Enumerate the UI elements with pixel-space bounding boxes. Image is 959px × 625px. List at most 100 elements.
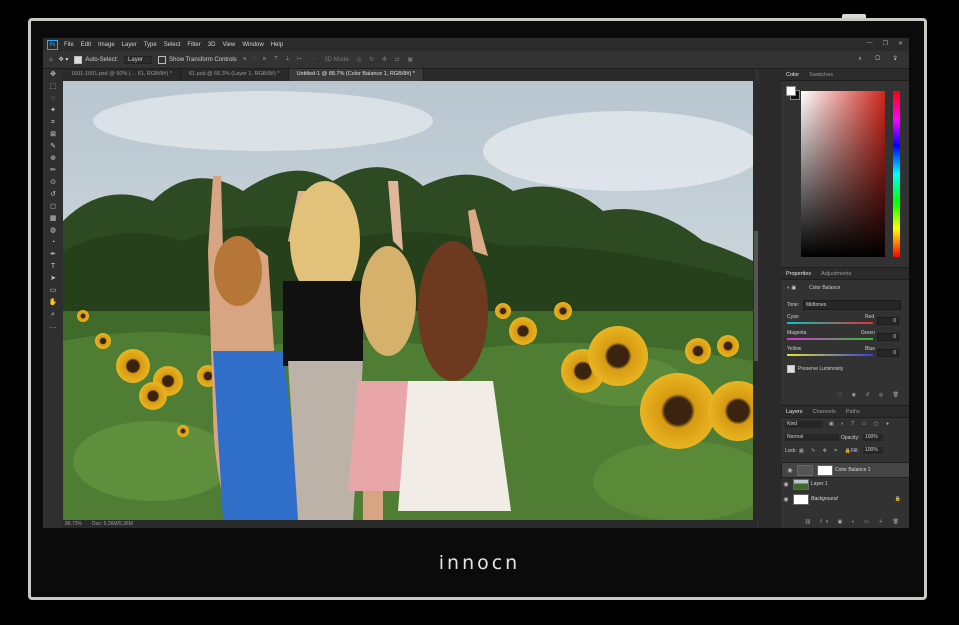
layer-name: Background	[811, 496, 838, 502]
hue-slider[interactable]	[893, 91, 900, 257]
menu-view[interactable]: View	[222, 42, 235, 48]
cyan-red-value[interactable]: 0	[877, 317, 899, 325]
preserve-luminosity-checkbox[interactable]	[787, 365, 795, 373]
visibility-eye-icon[interactable]: ◉	[781, 481, 791, 488]
more-icon[interactable]: …	[43, 321, 63, 333]
menu-select[interactable]: Select	[164, 42, 181, 48]
adjustment-thumbnail	[797, 464, 813, 476]
tone-label: Tone:	[787, 302, 800, 308]
fill-input[interactable]: 100%	[863, 447, 883, 454]
tab-swatches[interactable]: Swatches	[804, 72, 838, 78]
doc-tab-2[interactable]: 61.psb @ 66.3% (Layer 1, RGB/8#) *	[181, 69, 289, 81]
magenta-green-value[interactable]: 0	[877, 333, 899, 341]
tab-properties[interactable]: Properties	[781, 271, 816, 277]
blend-mode-dropdown[interactable]: Normal	[785, 434, 839, 441]
type-icon[interactable]: T	[43, 261, 63, 273]
eyedropper-icon[interactable]: ✎	[43, 141, 63, 153]
move-icon[interactable]: ✥	[43, 69, 63, 81]
move-tool-preset-icon[interactable]: ✥ ▾	[59, 56, 69, 63]
lock-icons[interactable]: ▦ ✎ ✥ ⌗ 🔒	[799, 448, 854, 454]
frame-icon[interactable]: ⊠	[43, 129, 63, 141]
eraser-icon[interactable]: ◻	[43, 201, 63, 213]
menu-3d[interactable]: 3D	[208, 42, 216, 48]
lasso-icon[interactable]: ◌	[43, 93, 63, 105]
color-field[interactable]	[801, 91, 885, 257]
tab-adjustments[interactable]: Adjustments	[816, 271, 856, 277]
properties-footer-icons[interactable]: ⬚ ◉ ↺ ◎ 🗑	[837, 392, 903, 398]
menu-help[interactable]: Help	[271, 42, 283, 48]
visibility-eye-icon[interactable]: ◉	[785, 467, 795, 474]
layer-row-layer1[interactable]: ◉ Layer 1	[781, 477, 909, 491]
foreground-color-swatch[interactable]	[786, 86, 796, 96]
cyan-red-slider[interactable]	[787, 322, 873, 324]
tab-channels[interactable]: Channels	[808, 409, 841, 415]
marquee-icon[interactable]: ⬚	[43, 81, 63, 93]
menu-layer[interactable]: Layer	[122, 42, 137, 48]
pen-icon[interactable]: ✒	[43, 249, 63, 261]
slider-cyan-label: Cyan	[787, 314, 799, 320]
menu-type[interactable]: Type	[144, 42, 157, 48]
align-icons[interactable]: ⫷ ⫶ ⫸ ⊤ ⊥ ⊢ ⋯	[243, 56, 319, 63]
preserve-luminosity-label: Preserve Luminosity	[798, 366, 844, 372]
fill-label: Fill:	[851, 448, 859, 454]
panel-dock-strip	[759, 69, 781, 528]
crop-icon[interactable]: ⌗	[43, 117, 63, 129]
tone-dropdown[interactable]: Midtones	[803, 300, 901, 310]
menu-image[interactable]: Image	[98, 42, 115, 48]
3d-tools-icons[interactable]: ◎ ↻ ✥ ⇄ ▣	[356, 56, 416, 63]
auto-select-checkbox[interactable]	[74, 55, 83, 64]
yellow-blue-value[interactable]: 0	[877, 349, 899, 357]
doc-size: Doc: 5.36M/5.36M	[91, 521, 133, 527]
auto-select-dropdown[interactable]: Layer	[124, 55, 153, 64]
menu-file[interactable]: File	[64, 42, 74, 48]
shape-icon[interactable]: ▭	[43, 285, 63, 297]
healing-icon[interactable]: ⊕	[43, 153, 63, 165]
layer-row-background[interactable]: ◉ Background 🔒	[781, 492, 909, 506]
layer-filter-kind[interactable]: Kind	[785, 421, 823, 428]
hand-icon[interactable]: ✋	[43, 297, 63, 309]
tab-color[interactable]: Color	[781, 72, 804, 78]
zoom-readout[interactable]: 88.73%	[65, 521, 82, 527]
stamp-icon[interactable]: ⊙	[43, 177, 63, 189]
transform-controls-checkbox[interactable]	[158, 55, 167, 64]
visibility-eye-icon[interactable]: ◉	[781, 496, 791, 503]
doc-tab-1[interactable]: 1601-1601.psd @ 50% (… 61, RGB/8#) *	[63, 69, 181, 81]
menu-window[interactable]: Window	[242, 42, 263, 48]
tab-paths[interactable]: Paths	[841, 409, 865, 415]
doc-tab-3[interactable]: Untitled-1 @ 88.7% (Color Balance 1, RGB…	[288, 69, 424, 81]
brand-logo: innocn	[438, 552, 521, 574]
slider-red-label: Red	[865, 314, 875, 320]
properties-panel: Properties Adjustments ◐ ▣ Color Balance…	[781, 267, 909, 406]
dodge-icon[interactable]: ◔	[43, 237, 63, 249]
history-brush-icon[interactable]: ↺	[43, 189, 63, 201]
slider-green-label: Green	[861, 330, 875, 336]
zoom-icon[interactable]: ⌕	[43, 309, 63, 321]
layers-panel: Layers Channels Paths Kind ▣ ◐ T ▭ ▢ ● N…	[781, 405, 909, 528]
document-canvas[interactable]	[63, 81, 753, 520]
yellow-blue-slider[interactable]	[787, 354, 873, 356]
path-select-icon[interactable]: ➤	[43, 273, 63, 285]
menu-bar: Ps File Edit Image Layer Type Select Fil…	[43, 38, 909, 51]
magenta-green-slider[interactable]	[787, 338, 873, 340]
menu-edit[interactable]: Edit	[81, 42, 91, 48]
layer-filter-icons[interactable]: ▣ ◐ T ▭ ▢ ●	[829, 421, 892, 427]
close-button[interactable]: ✕	[898, 40, 903, 47]
auto-select-label: Auto-Select:	[85, 56, 119, 63]
home-icon[interactable]: ⌂	[49, 57, 53, 63]
minimize-button[interactable]: —	[867, 40, 873, 47]
adjustment-icon: ◐ ▣	[787, 285, 797, 291]
magic-wand-icon[interactable]: ✦	[43, 105, 63, 117]
blur-icon[interactable]: ◍	[43, 225, 63, 237]
tools-panel: ✥ ⬚ ◌ ✦ ⌗ ⊠ ✎ ⊕ ✏ ⊙ ↺ ◻ ▦ ◍ ◔ ✒ T ➤ ▭ ✋ ⌕…	[43, 69, 64, 528]
lock-label: Lock:	[785, 448, 797, 454]
brush-icon[interactable]: ✏	[43, 165, 63, 177]
restore-button[interactable]: ❐	[883, 40, 888, 47]
opacity-input[interactable]: 100%	[863, 434, 883, 441]
opacity-label: Opacity:	[841, 435, 860, 441]
menu-filter[interactable]: Filter	[187, 42, 200, 48]
layer-row-color-balance[interactable]: ◉ Color Balance 1	[781, 462, 909, 478]
gradient-icon[interactable]: ▦	[43, 213, 63, 225]
layers-footer-icons[interactable]: ⛓ fx ▣ ◐ ▭ ＋ 🗑	[805, 518, 903, 525]
search-icon[interactable]: ⌕ ▢ ⇪	[858, 56, 903, 63]
tab-layers[interactable]: Layers	[781, 409, 808, 415]
